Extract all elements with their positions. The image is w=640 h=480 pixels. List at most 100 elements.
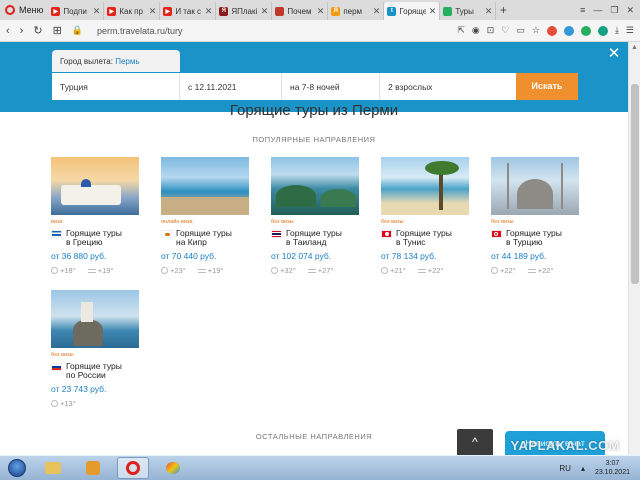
- menu-icon[interactable]: ☰: [626, 25, 634, 36]
- destination-card-turkey[interactable]: без визы Горящие туры в Турцию от 44 189 …: [491, 157, 579, 275]
- water-icon: [417, 268, 426, 273]
- close-tab-icon[interactable]: ✕: [93, 6, 101, 17]
- close-tab-icon[interactable]: ✕: [429, 6, 437, 17]
- minimize-icon[interactable]: —: [593, 5, 602, 16]
- url-field[interactable]: perm.travelata.ru/tury: [97, 26, 183, 36]
- search-button[interactable]: Искать: [516, 73, 578, 100]
- close-tab-icon[interactable]: ✕: [485, 6, 493, 17]
- secure-lock-icon[interactable]: 🔒: [72, 25, 83, 36]
- start-button[interactable]: [5, 457, 29, 479]
- price[interactable]: от 102 074 руб.: [271, 251, 359, 261]
- browser-tab-7[interactable]: t Горяще ✕: [384, 2, 441, 20]
- windows-logo-icon: [8, 459, 26, 477]
- browser-tab-8[interactable]: Туры ✕: [440, 2, 497, 20]
- popular-section-label: ПОПУЛЯРНЫЕ НАПРАВЛЕНИЯ: [252, 135, 376, 144]
- camera-icon[interactable]: ◉: [472, 25, 480, 36]
- taskbar-paint[interactable]: [157, 457, 189, 479]
- country-field[interactable]: Турция: [52, 73, 180, 100]
- close-icon[interactable]: ✕: [606, 46, 622, 62]
- visa-info: без визы: [51, 352, 74, 358]
- water-icon: [197, 268, 206, 273]
- thailand-photo: [271, 157, 359, 215]
- menu-label: Меню: [19, 5, 44, 15]
- price[interactable]: от 44 189 руб.: [491, 251, 579, 261]
- browser-tab-3[interactable]: ▶ И так с ✕: [160, 2, 217, 20]
- opera-icon: [126, 461, 140, 475]
- visa-info: онлайн виза: [161, 219, 193, 225]
- scrollbar-thumb[interactable]: [631, 84, 639, 284]
- price[interactable]: от 23 743 руб.: [51, 384, 139, 394]
- browser-tab-5[interactable]: Почем ✕: [272, 2, 329, 20]
- taskbar-explorer[interactable]: [37, 457, 69, 479]
- destination-card-russia[interactable]: без визы Горящие туры по России от 23 743…: [51, 290, 139, 408]
- destination-card-cyprus[interactable]: онлайн виза Горящие туры на Кипр от 70 44…: [161, 157, 249, 275]
- tab-search-icon[interactable]: ≡: [580, 5, 585, 16]
- clock[interactable]: 3:07 23.10.2021: [595, 459, 630, 477]
- reload-icon[interactable]: ↻: [33, 24, 42, 37]
- share-icon[interactable]: ⇱: [457, 25, 465, 36]
- nights-field[interactable]: на 7-8 ночей: [282, 73, 380, 100]
- water-icon: [527, 268, 536, 273]
- browser-tab-6[interactable]: Яперм ✕: [328, 2, 385, 20]
- opera-menu-button[interactable]: Меню: [0, 0, 48, 20]
- extension-icon[interactable]: [563, 25, 574, 36]
- address-bar: ‹ › ↻ ⊞ 🔒 perm.travelata.ru/tury ⇱ ◉ ⊡ ♡…: [0, 20, 640, 42]
- price[interactable]: от 70 440 руб.: [161, 251, 249, 261]
- extension-icon[interactable]: [580, 25, 591, 36]
- close-tab-icon[interactable]: ✕: [149, 6, 157, 17]
- site-icon: [275, 6, 285, 16]
- scroll-up-button[interactable]: ^: [457, 429, 493, 455]
- forward-icon[interactable]: ›: [20, 25, 24, 37]
- language-indicator[interactable]: RU: [559, 464, 571, 473]
- folder-icon: [45, 462, 61, 474]
- destination-card-tunisia[interactable]: без визы Горящие туры в Тунис от 78 134 р…: [381, 157, 469, 275]
- opera-logo-icon: [5, 5, 15, 15]
- taskbar-media-player[interactable]: [77, 457, 109, 479]
- visa-info: без визы: [381, 219, 404, 225]
- close-tab-icon[interactable]: ✕: [205, 6, 213, 17]
- tray-arrow-icon[interactable]: ▴: [581, 464, 585, 473]
- download-icon[interactable]: ⤓: [615, 25, 619, 36]
- extension-icon[interactable]: [546, 25, 557, 36]
- speed-dial-icon[interactable]: ⊞: [53, 24, 62, 37]
- tourists-field[interactable]: 2 взрослых: [380, 73, 516, 100]
- turkey-photo: [491, 157, 579, 215]
- sun-icon: [271, 267, 278, 274]
- scroll-arrow-up-icon[interactable]: ▲: [631, 44, 638, 51]
- heart-icon[interactable]: ♡: [501, 25, 509, 36]
- media-player-icon: [86, 461, 100, 475]
- destination-card-thailand[interactable]: без визы Горящие туры в Таиланд от 102 07…: [271, 157, 359, 275]
- wallet-icon[interactable]: ▭: [516, 25, 525, 36]
- extension-icon[interactable]: [597, 25, 608, 36]
- youtube-icon: ▶: [51, 6, 61, 16]
- russia-photo: [51, 290, 139, 348]
- new-tab-button[interactable]: +: [496, 3, 510, 17]
- paint-icon: [166, 462, 180, 474]
- russia-flag-icon: [51, 363, 62, 371]
- browser-tab-1[interactable]: ▶ Подпи ✕: [48, 2, 105, 20]
- maximize-icon[interactable]: ❐: [610, 5, 618, 16]
- page-scrollbar[interactable]: ▲: [628, 42, 640, 455]
- date-field[interactable]: с 12.11.2021: [180, 73, 282, 100]
- destination-card-greece[interactable]: виза Горящие туры в Грецию от 36 880 руб.…: [51, 157, 139, 275]
- close-tab-icon[interactable]: ✕: [261, 6, 269, 17]
- close-window-icon[interactable]: ✕: [626, 5, 634, 16]
- system-tray: RU ▴ 3:07 23.10.2021: [559, 459, 640, 477]
- price[interactable]: от 78 134 руб.: [381, 251, 469, 261]
- browser-tab-4[interactable]: Я ЯПлакі ✕: [216, 2, 273, 20]
- back-icon[interactable]: ‹: [6, 25, 10, 37]
- sun-icon: [381, 267, 388, 274]
- vpn-icon[interactable]: ⊡: [487, 25, 495, 36]
- price[interactable]: от 36 880 руб.: [51, 251, 139, 261]
- departure-city-link[interactable]: Пермь: [115, 57, 139, 66]
- cyprus-photo: [161, 157, 249, 215]
- browser-tab-2[interactable]: ▶ Как пр ✕: [104, 2, 161, 20]
- yaplakal-icon: Я: [219, 6, 229, 16]
- watermark: YAPLAKAL.COM: [510, 438, 620, 453]
- bookmark-icon[interactable]: ☆: [532, 25, 540, 36]
- water-icon: [87, 268, 96, 273]
- close-tab-icon[interactable]: ✕: [317, 6, 325, 17]
- departure-city: Город вылета: Пермь: [52, 50, 180, 72]
- taskbar-opera[interactable]: [117, 457, 149, 479]
- close-tab-icon[interactable]: ✕: [373, 6, 381, 17]
